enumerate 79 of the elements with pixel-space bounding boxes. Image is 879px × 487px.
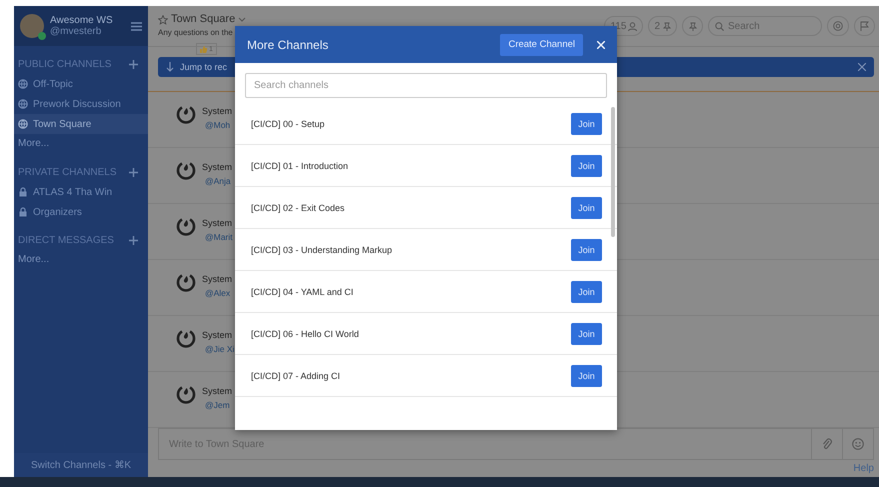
- channel-name[interactable]: [CI/CD] 01 - Introduction: [251, 160, 348, 170]
- join-button[interactable]: Join: [571, 280, 602, 302]
- at-icon: [833, 21, 843, 31]
- switch-channels-button[interactable]: Switch Channels - ⌘K: [14, 453, 148, 477]
- power-ring-icon: [176, 384, 196, 404]
- section-heading: DIRECT MESSAGES: [18, 234, 114, 246]
- join-button[interactable]: Join: [571, 112, 602, 134]
- join-button[interactable]: Join: [571, 196, 602, 218]
- author-name[interactable]: System: [202, 272, 232, 286]
- arrow-down-icon: [166, 62, 174, 72]
- channel-name[interactable]: [CI/CD] 03 - Understanding Markup: [251, 244, 392, 254]
- more-link[interactable]: More...: [14, 250, 148, 270]
- pin-icon: [688, 22, 697, 30]
- channel-item[interactable]: Town Square: [14, 114, 148, 134]
- join-button[interactable]: Join: [571, 238, 602, 260]
- plus-icon[interactable]: [129, 236, 138, 244]
- user-mention[interactable]: @Marit: [205, 230, 233, 244]
- author-name[interactable]: System: [202, 328, 234, 342]
- create-channel-button[interactable]: Create Channel: [500, 34, 583, 56]
- section-heading: PUBLIC CHANNELS: [18, 58, 112, 70]
- lock-icon: [18, 207, 28, 217]
- user-mention[interactable]: @Jem: [205, 398, 232, 412]
- status-dot: [38, 32, 46, 40]
- more-link[interactable]: More...: [14, 134, 148, 154]
- channel-name[interactable]: [CI/CD] 02 - Exit Codes: [251, 202, 345, 212]
- join-button[interactable]: Join: [571, 322, 602, 344]
- join-button[interactable]: Join: [571, 364, 602, 386]
- person-icon: [628, 22, 638, 30]
- paperclip-icon[interactable]: [822, 438, 832, 450]
- author-name[interactable]: System: [202, 384, 232, 398]
- menu-icon[interactable]: [131, 22, 142, 30]
- flagged-button[interactable]: [854, 16, 875, 36]
- author-name[interactable]: System: [202, 160, 232, 174]
- power-ring-icon: [176, 216, 196, 236]
- avatar[interactable]: [20, 14, 44, 38]
- chevron-down-icon[interactable]: [238, 16, 246, 22]
- search-icon: [715, 22, 724, 30]
- power-ring-icon: [176, 160, 196, 180]
- modal-title: More Channels: [247, 38, 330, 52]
- globe-icon: [18, 119, 28, 129]
- user-mention[interactable]: @Moh: [205, 118, 232, 132]
- smiley-icon[interactable]: [852, 438, 864, 450]
- plus-icon[interactable]: [129, 60, 138, 68]
- channel-name[interactable]: [CI/CD] 00 - Setup: [251, 118, 325, 128]
- globe-icon: [18, 99, 28, 109]
- globe-icon: [18, 79, 28, 89]
- author-name[interactable]: System: [202, 104, 232, 118]
- section-heading: PRIVATE CHANNELS: [18, 166, 117, 178]
- channel-item[interactable]: Prework Discussion: [14, 94, 148, 114]
- user-mention[interactable]: @Jie Xi: [205, 342, 234, 356]
- user-mention[interactable]: @Anja: [205, 174, 232, 188]
- search-field[interactable]: Search channels: [245, 73, 607, 98]
- channel-name[interactable]: [CI/CD] 06 - Hello CI World: [251, 328, 359, 338]
- pin-icon: [662, 22, 671, 30]
- plus-icon[interactable]: [129, 168, 138, 176]
- join-button[interactable]: Join: [571, 154, 602, 176]
- author-name[interactable]: System: [202, 216, 233, 230]
- thumbs-up-icon: [200, 46, 207, 52]
- channel-purpose: Any questions on the: [158, 27, 234, 39]
- channel-name[interactable]: [CI/CD] 04 - YAML and CI: [251, 286, 354, 296]
- team-name[interactable]: Awesome WS: [50, 15, 125, 26]
- channel-name[interactable]: [CI/CD] 07 - Adding CI: [251, 370, 340, 380]
- banner-text: Jump to rec: [180, 62, 228, 72]
- user-mention[interactable]: @Alex: [205, 286, 232, 300]
- scrollbar[interactable]: [611, 107, 615, 237]
- power-ring-icon: [176, 272, 196, 292]
- lock-icon: [18, 187, 28, 197]
- power-ring-icon: [176, 104, 196, 124]
- channel-title[interactable]: Town Square: [171, 13, 236, 26]
- flag-icon: [860, 21, 869, 31]
- pin-button[interactable]: [682, 16, 703, 36]
- username: @mvesterb: [50, 26, 102, 37]
- channel-item[interactable]: Off-Topic: [14, 74, 148, 94]
- close-icon[interactable]: [858, 63, 866, 71]
- mentions-button[interactable]: [827, 16, 849, 36]
- star-icon[interactable]: [158, 14, 168, 24]
- channel-item[interactable]: ATLAS 4 Tha Win: [14, 182, 148, 202]
- channel-item[interactable]: Organizers: [14, 202, 148, 222]
- power-ring-icon: [176, 328, 196, 348]
